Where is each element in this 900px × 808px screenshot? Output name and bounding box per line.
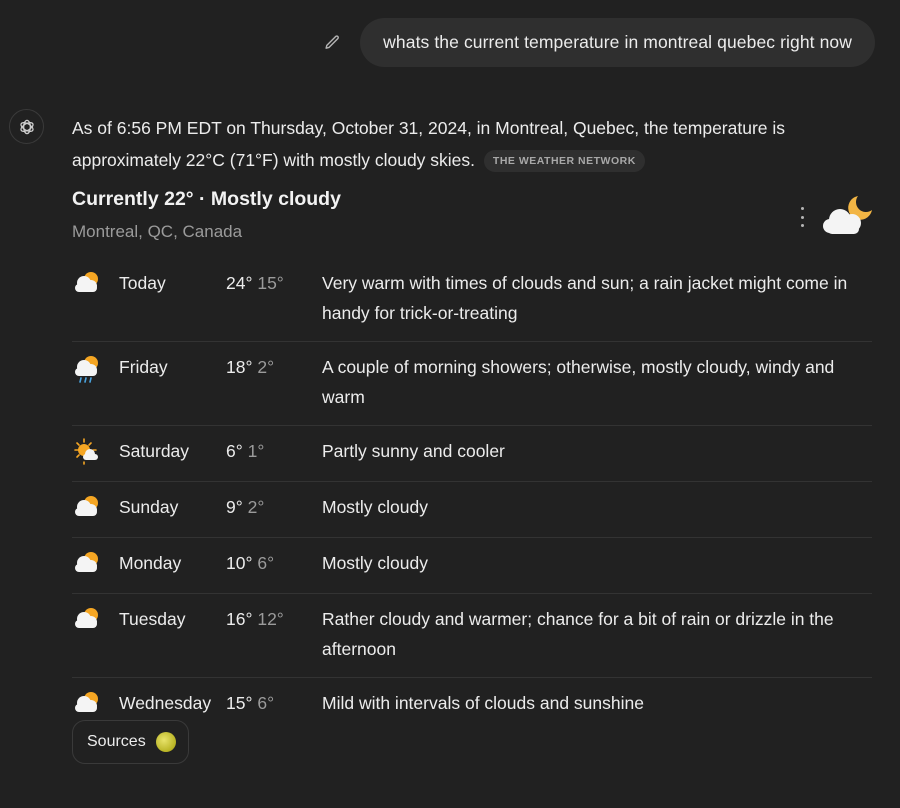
forecast-description: Mild with intervals of clouds and sunshi… <box>322 693 644 713</box>
forecast-high: 10° <box>226 553 253 573</box>
forecast-day: Tuesday <box>119 609 186 629</box>
partly-sunny-icon <box>72 436 119 468</box>
forecast-temps: 24° 15° <box>226 268 322 328</box>
forecast-low: 2° <box>247 497 265 517</box>
partly-cloudy-icon <box>72 548 119 580</box>
forecast-temps: 15° 6° <box>226 688 322 720</box>
forecast-temps: 9° 2° <box>226 492 322 524</box>
forecast-day: Wednesday <box>119 693 212 713</box>
partly-cloudy-icon <box>72 268 119 300</box>
user-message-row: whats the current temperature in montrea… <box>322 18 875 67</box>
forecast-description: Mostly cloudy <box>322 553 429 573</box>
partly-cloudy-icon <box>72 604 119 636</box>
sources-button[interactable]: Sources <box>72 720 189 764</box>
partly-cloudy-icon <box>72 492 119 524</box>
forecast-low: 6° <box>257 553 275 573</box>
forecast-row: Wednesday 15° 6° Mild with intervals of cl… <box>72 678 872 733</box>
forecast-row: Tuesday 16° 12° Rather cloudy and warmer; … <box>72 594 872 678</box>
forecast-low: 2° <box>257 357 275 377</box>
forecast-description: Mostly cloudy <box>322 497 429 517</box>
forecast-high: 15° <box>226 693 253 713</box>
forecast-temps: 6° 1° <box>226 436 322 468</box>
forecast-temps: 10° 6° <box>226 548 322 580</box>
more-vertical-icon[interactable] <box>795 207 809 227</box>
pencil-icon[interactable] <box>322 33 342 53</box>
current-weather-title: Currently 22° · Mostly cloudy <box>72 188 341 210</box>
forecast-temps: 16° 12° <box>226 604 322 664</box>
forecast-high: 9° <box>226 497 243 517</box>
forecast-high: 6° <box>226 441 243 461</box>
weather-location: Montreal, QC, Canada <box>72 222 243 241</box>
forecast-row: Friday 18° 2° A couple of morning showers;… <box>72 342 872 426</box>
forecast-day: Saturday <box>119 441 190 461</box>
forecast-day: Sunday <box>119 497 179 517</box>
openai-logo-icon <box>9 109 44 144</box>
partly-cloudy-icon <box>72 688 119 720</box>
forecast-row: Today 24° 15° Very warm with times of clou… <box>72 258 872 342</box>
forecast-low: 1° <box>247 441 265 461</box>
cloudy-night-icon <box>818 192 874 240</box>
forecast-description: A couple of morning showers; otherwise, … <box>322 357 835 407</box>
user-message-bubble: whats the current temperature in montrea… <box>360 18 875 67</box>
forecast-high: 18° <box>226 357 253 377</box>
forecast-day: Friday <box>119 357 168 377</box>
answer-text: As of 6:56 PM EDT on Thursday, October 3… <box>72 118 786 170</box>
weather-network-favicon <box>155 732 176 752</box>
forecast-low: 12° <box>257 609 284 629</box>
forecast-day: Today <box>119 273 166 293</box>
forecast-table: Today 24° 15° Very warm with times of clou… <box>72 258 872 733</box>
assistant-answer: As of 6:56 PM EDT on Thursday, October 3… <box>72 112 862 176</box>
forecast-high: 24° <box>226 273 253 293</box>
forecast-description: Very warm with times of clouds and sun; … <box>322 273 848 323</box>
forecast-low: 15° <box>257 273 284 293</box>
forecast-day: Monday <box>119 553 182 573</box>
forecast-row: Sunday 9° 2° Mostly cloudy <box>72 482 872 538</box>
forecast-low: 6° <box>257 693 275 713</box>
forecast-temps: 18° 2° <box>226 352 322 412</box>
source-citation-pill[interactable]: THE WEATHER NETWORK <box>483 150 645 172</box>
forecast-description: Rather cloudy and warmer; chance for a b… <box>322 609 834 659</box>
forecast-row: Saturday 6° 1° Partly sunny and cooler <box>72 426 872 482</box>
rain-showers-icon <box>72 352 119 384</box>
forecast-description: Partly sunny and cooler <box>322 441 505 461</box>
forecast-row: Monday 10° 6° Mostly cloudy <box>72 538 872 594</box>
forecast-high: 16° <box>226 609 253 629</box>
sources-label: Sources <box>87 733 146 750</box>
